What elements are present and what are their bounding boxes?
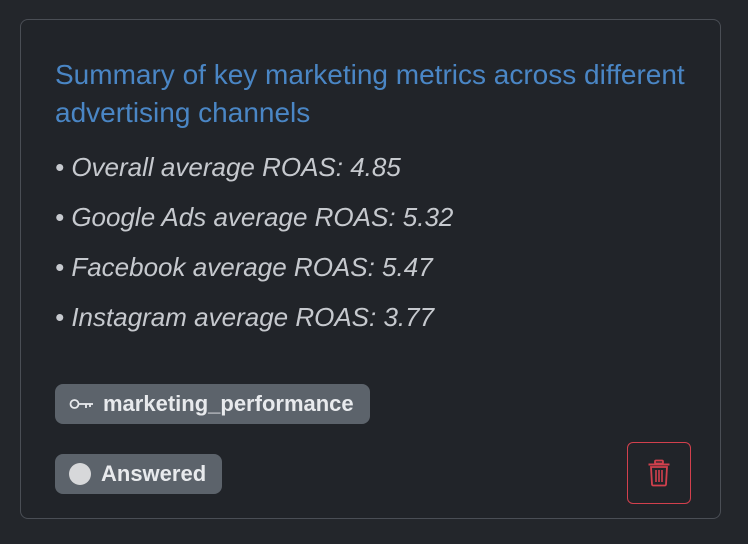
- metric-facebook-roas: • Facebook average ROAS: 5.47: [55, 252, 433, 282]
- summary-card: Summary of key marketing metrics across …: [20, 19, 721, 519]
- trash-icon: [648, 459, 670, 487]
- key-tag: marketing_performance: [55, 384, 370, 424]
- metric-google-ads-roas: • Google Ads average ROAS: 5.32: [55, 202, 454, 232]
- metrics-list: • Overall average ROAS: 4.85 • Google Ad…: [55, 148, 453, 348]
- delete-button[interactable]: [627, 442, 691, 504]
- card-title: Summary of key marketing metrics across …: [55, 59, 685, 128]
- status-badge: Answered: [55, 454, 223, 494]
- status-dot-icon: [69, 463, 91, 485]
- status-badge-label: Answered: [101, 461, 207, 486]
- metric-instagram-roas: • Instagram average ROAS: 3.77: [55, 302, 435, 332]
- metric-overall-roas: • Overall average ROAS: 4.85: [55, 152, 401, 182]
- key-tag-label: marketing_performance: [103, 391, 354, 416]
- key-icon: [69, 399, 93, 409]
